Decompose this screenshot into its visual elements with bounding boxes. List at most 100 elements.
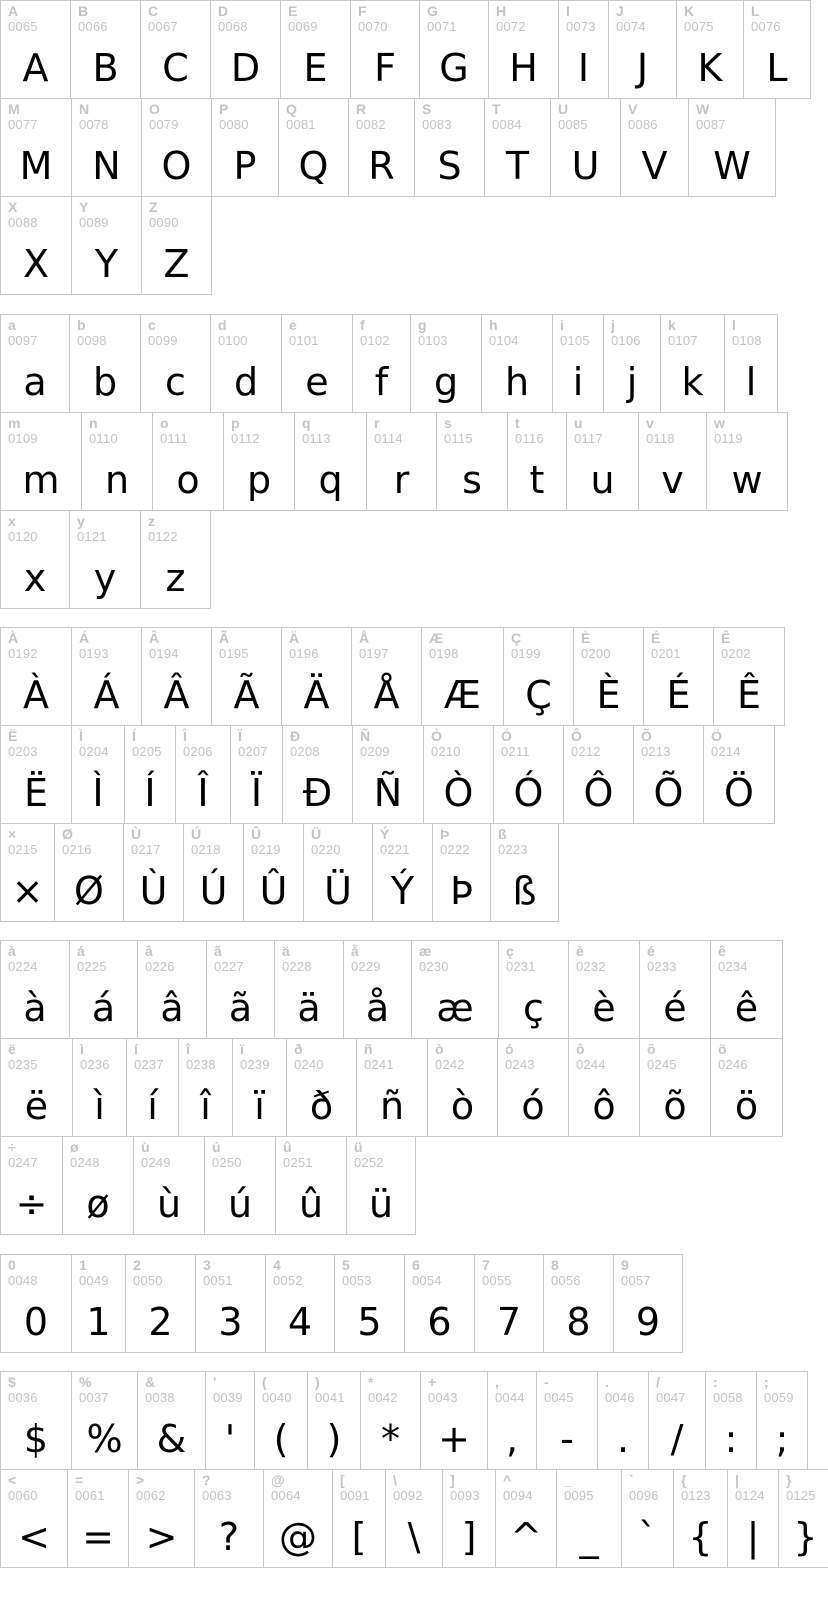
glyph-code: 0071 [427,19,457,34]
glyph-row: Ë 0203 Ë Ì 0204 Ì Í 0205 Í Î 0206 Î Ï 0207 Ï Ð 0208 Ð Ñ 020… [0,725,784,824]
glyph-row: × 0215 × Ø 0216 Ø Ù 0217 Ù Ú 0218 Ú Û 0219 Û Ü 0220 Ü Ý 022… [0,823,784,922]
glyph-label: È [581,630,591,646]
glyph-code: 0058 [713,1390,743,1405]
glyph-cell: p 0112 p [223,412,295,511]
glyph-sample: | [746,1515,760,1559]
glyph-cell: B 0066 B [70,0,141,99]
glyph-code: 0231 [506,959,536,974]
glyph-sample: 4 [287,1300,313,1344]
glyph-label: } [786,1472,792,1488]
glyph-label: f [360,317,365,333]
glyph-label: q [302,415,311,431]
glyph-cell: R 0082 R [348,98,415,197]
glyph-code: 0102 [360,333,390,348]
glyph-label: ä [282,943,290,959]
glyph-label: Ù [131,826,142,842]
glyph-sample: Y [94,242,119,286]
glyph-cell: × 0215 × [0,823,55,922]
glyph-sample: ä [297,986,321,1030]
glyph-cell: 2 0050 2 [125,1254,196,1353]
glyph-sample: ù [156,1182,182,1226]
glyph-sample: _ [579,1515,599,1559]
glyph-cell: x 0120 x [0,510,70,609]
glyph-sample: b [92,360,118,404]
glyph-sample: ã [228,986,253,1030]
glyph-cell: & 0038 & [137,1371,206,1470]
glyph-code: 0108 [732,333,762,348]
glyph-code: 0220 [311,842,341,857]
glyph-label: Ú [191,826,202,842]
glyph-sample: m [22,458,60,502]
glyph-row: $0036 $% 0037% & 0038 & ' 0039 '(0040() 0041) * 004… [0,1371,828,1470]
glyph-cell: å 0229 å [343,940,412,1039]
glyph-sample: x [23,556,47,600]
glyph-code: 0236 [80,1057,110,1072]
glyph-sample: i [572,360,584,404]
glyph-cell: {0123{ [673,1469,728,1568]
glyph-cell: F 0070 F [350,0,420,99]
glyph-sample: Ã [233,673,260,717]
glyph-sample: v [661,458,684,502]
glyph-sample: Ä [303,673,330,717]
glyph-code: 0104 [489,333,519,348]
glyph-sample: ÷ [15,1182,48,1226]
glyph-sample: Ù [139,869,168,913]
glyph-sample: Ç [525,673,552,717]
glyph-label: C [148,3,159,19]
glyph-code: 0203 [8,744,38,759]
glyph-cell: n 0110 n [81,412,153,511]
glyph-sample: ï [254,1084,265,1128]
glyph-cell: l 0108 l [724,314,778,413]
glyph-code: 0075 [684,19,714,34]
glyph-label: - [544,1374,549,1390]
glyph-cell: ú 0250 ú [204,1136,276,1235]
glyph-cell: h 0104 h [481,314,553,413]
glyph-cell: Ê 0202 Ê [713,627,785,726]
glyph-cell: Ó 0211 Ó [493,725,564,824]
glyph-code: 0239 [240,1057,270,1072]
glyph-label: 2 [133,1257,141,1273]
glyph-code: 0244 [576,1057,606,1072]
glyph-label: N [79,101,90,117]
glyph-label: z [148,513,155,529]
glyph-code: 0116 [515,431,544,446]
glyph-sample: z [165,556,186,600]
glyph-sample: 7 [496,1300,522,1344]
glyph-label: r [374,415,380,431]
glyph-sample: Ú [199,869,228,913]
glyph-label: k [668,317,676,333]
glyph-code: 0061 [75,1488,105,1503]
glyph-cell: Â 0194 Â [141,627,212,726]
glyph-cell: 1 0049 1 [71,1254,126,1353]
glyph-label: < [8,1472,17,1488]
glyph-label: G [427,3,438,19]
glyph-sample: S [437,144,462,188]
glyph-sample: Ò [443,771,474,815]
glyph-cell: 3 0051 3 [195,1254,266,1353]
glyph-sample: ç [523,986,544,1030]
glyph-label: x [8,513,16,529]
glyph-code: 0114 [374,431,403,446]
glyph-sample: á [91,986,116,1030]
glyph-sample: , [505,1417,519,1461]
glyph-code: 0221 [380,842,410,857]
glyph-sample: k [681,360,704,404]
glyph-code: 0087 [696,117,726,132]
glyph-sample: Ï [250,771,263,815]
glyph-code: 0095 [564,1488,594,1503]
glyph-code: 0103 [418,333,448,348]
glyph-code: 0081 [286,117,316,132]
glyph-cell: ? 0063? [194,1469,264,1568]
glyph-code: 0227 [214,959,244,974]
glyph-code: 0240 [294,1057,324,1072]
glyph-cell: N 0078 N [71,98,142,197]
glyph-sample: 9 [635,1300,661,1344]
glyph-label: Â [149,630,160,646]
glyph-sample: 0 [23,1300,49,1344]
glyph-code: 0237 [134,1057,164,1072]
glyph-cell: t 0116 t [507,412,567,511]
glyph-label: F [358,3,367,19]
glyph-code: 0063 [202,1488,232,1503]
glyph-code: 0122 [148,529,178,544]
glyph-code: 0100 [218,333,248,348]
